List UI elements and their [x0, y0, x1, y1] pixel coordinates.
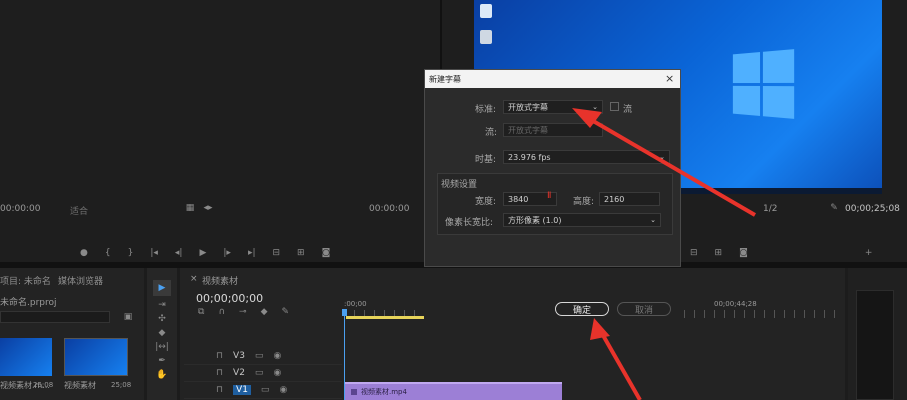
- annotation-arrows: [572, 108, 757, 400]
- arrow-head-2: [590, 318, 610, 340]
- arrow-to-standard: [586, 116, 757, 217]
- arrow-to-ok: [598, 329, 642, 400]
